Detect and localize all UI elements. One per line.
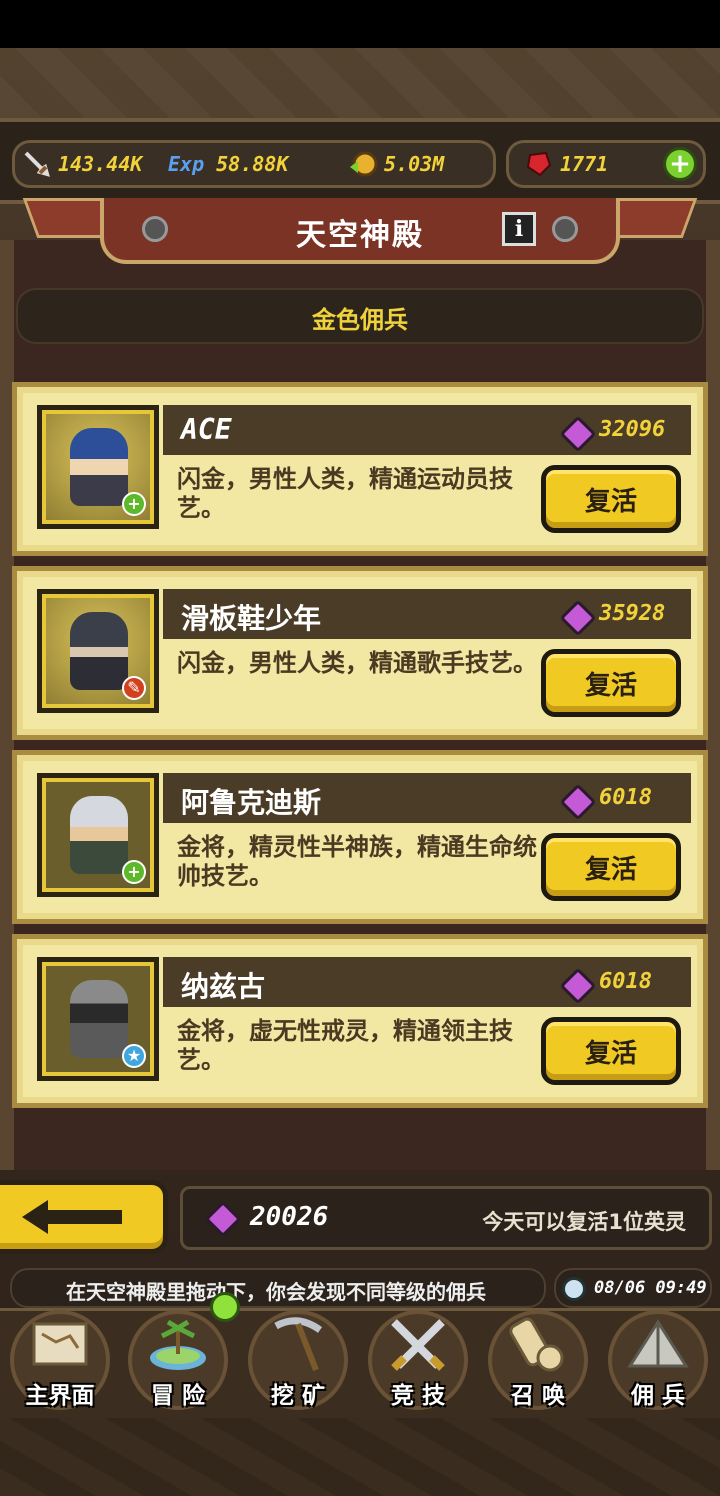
- plus-badge-icon: +: [122, 860, 146, 884]
- nav-arena-label: 竞 技: [390, 1383, 445, 1409]
- revive-limit-note: 今天可以复活1位英灵: [482, 1210, 686, 1234]
- bolt-icon: [142, 216, 168, 242]
- nav-home[interactable]: 主界面: [4, 1310, 116, 1414]
- hero-cost: 6018: [599, 785, 652, 810]
- ruby-icon: [524, 149, 554, 179]
- bolt-icon: [552, 216, 578, 242]
- hero-cost: 35928: [599, 601, 666, 626]
- hero-card: + 阿鲁克迪斯 6018 金将，精灵性半神族，精通生命统帅技艺。 复活: [12, 750, 708, 924]
- island-icon: [150, 1319, 206, 1370]
- section-title: 金色佣兵: [312, 306, 408, 334]
- clock-time: 08/06 09:49: [594, 1278, 707, 1298]
- back-arrow-icon: [22, 1200, 122, 1234]
- nav-mining-label: 挖 矿: [270, 1383, 325, 1409]
- hero-card: ★ 纳兹古 6018 金将，虚无性戒灵，精通领主技艺。 复活: [12, 934, 708, 1108]
- nav-home-label: 主界面: [25, 1383, 95, 1409]
- info-button[interactable]: i: [502, 212, 536, 246]
- hero-name: ACE: [181, 413, 232, 446]
- hero-sprite: [70, 796, 128, 874]
- star-badge-icon: ★: [122, 1044, 146, 1068]
- nav-adventure[interactable]: 冒 险: [122, 1310, 234, 1414]
- add-gems-button[interactable]: +: [663, 147, 697, 181]
- hero-sprite: [70, 428, 128, 506]
- status-bar: [0, 0, 720, 48]
- exp-resource: Exp 58.88K: [168, 148, 288, 180]
- exp-icon: Exp: [168, 152, 205, 176]
- title-banner: 天空神殿: [22, 198, 698, 268]
- hero-description: 金将，虚无性戒灵，精通领主技艺。: [177, 1017, 513, 1074]
- crossed-swords-icon: [391, 1319, 445, 1371]
- revive-button[interactable]: 复活: [541, 833, 681, 901]
- gem-value: 1771: [560, 152, 609, 176]
- gold-coin-icon: [348, 149, 378, 179]
- hero-card: + ACE 32096 闪金，男性人类，精通运动员技艺。 复活: [12, 382, 708, 556]
- hero-cost: 6018: [599, 969, 652, 994]
- attack-resource: 143.44K: [22, 148, 142, 180]
- sword-icon: [22, 149, 52, 179]
- gem-resource: 1771: [524, 148, 608, 180]
- hero-sprite: [70, 980, 128, 1058]
- hero-cost: 32096: [599, 417, 666, 442]
- nav-summon-label: 召 唤: [510, 1383, 565, 1409]
- nav-mining[interactable]: 挖 矿: [242, 1310, 354, 1414]
- scroll-icon: [509, 1317, 564, 1372]
- hero-portrait[interactable]: ✎: [37, 589, 159, 713]
- hero-description: 闪金，男性人类，精通歌手技艺。: [177, 649, 537, 677]
- exp-value: 58.88K: [216, 152, 289, 176]
- hero-description: 闪金，男性人类，精通运动员技艺。: [177, 465, 513, 522]
- attack-value: 143.44K: [58, 152, 143, 176]
- hero-description: 金将，精灵性半神族，精通生命统帅技艺。: [177, 833, 537, 890]
- hero-portrait[interactable]: ★: [37, 957, 159, 1081]
- revive-button[interactable]: 复活: [541, 649, 681, 717]
- revive-button[interactable]: 复活: [541, 465, 681, 533]
- clock-icon: [562, 1277, 586, 1301]
- page-title: 天空神殿: [296, 218, 424, 253]
- hero-name: 阿鲁克迪斯: [181, 786, 322, 819]
- brush-badge-icon: ✎: [122, 676, 146, 700]
- gem-balance: 20026: [250, 1202, 329, 1232]
- nav-mercenary-label: 佣 兵: [630, 1383, 685, 1409]
- hero-portrait[interactable]: +: [37, 405, 159, 529]
- plus-badge-icon: +: [122, 492, 146, 516]
- gold-value: 5.03M: [384, 152, 445, 176]
- map-texture: [0, 48, 720, 118]
- hero-portrait[interactable]: +: [37, 773, 159, 897]
- hero-name: 滑板鞋少年: [181, 602, 322, 635]
- revive-button[interactable]: 复活: [541, 1017, 681, 1085]
- nav-arena[interactable]: 竞 技: [362, 1310, 474, 1414]
- hero-name: 纳兹古: [181, 970, 266, 1003]
- tent-icon: [627, 1319, 689, 1368]
- nav-mercenary[interactable]: 佣 兵: [602, 1310, 714, 1414]
- hero-sprite: [70, 612, 128, 690]
- nav-summon[interactable]: 召 唤: [482, 1310, 594, 1414]
- pickaxe-icon: [274, 1317, 323, 1372]
- footer-background: [0, 1418, 720, 1496]
- map-scroll-icon: [32, 1322, 88, 1366]
- nav-adventure-label: 冒 险: [150, 1383, 205, 1409]
- hero-card: ✎ 滑板鞋少年 35928 闪金，男性人类，精通歌手技艺。 复活: [12, 566, 708, 740]
- ticker-text: 在天空神殿里拖动下，你会发现不同等级的佣兵: [66, 1280, 486, 1304]
- gold-resource: 5.03M: [348, 148, 444, 180]
